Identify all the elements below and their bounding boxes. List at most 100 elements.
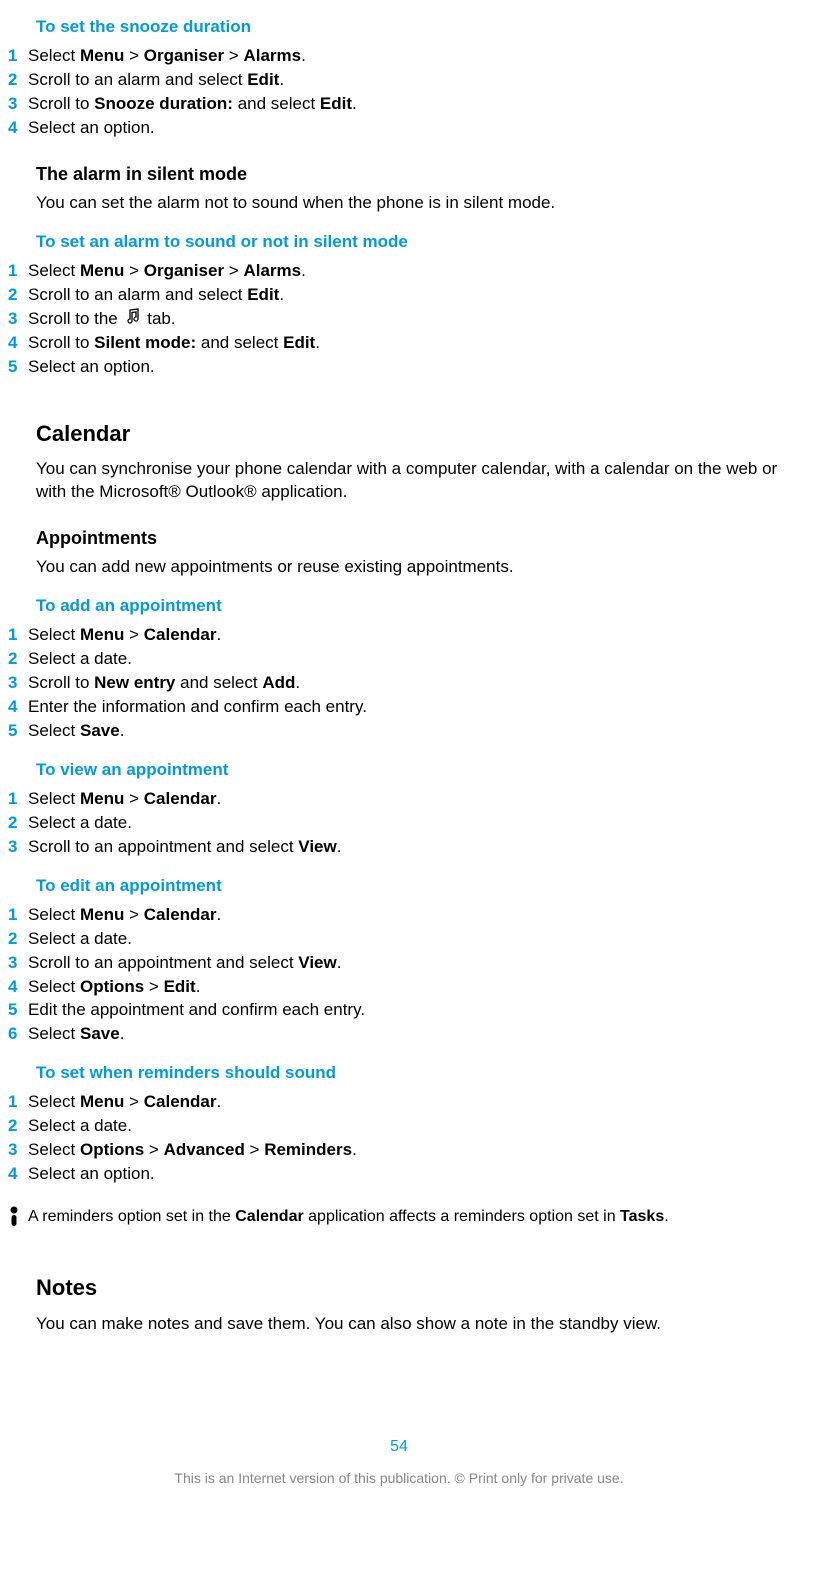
bold-text: Calendar — [144, 905, 217, 924]
steps-reminders: 1Select Menu > Calendar.2Select a date.3… — [36, 1091, 798, 1186]
step-number: 5 — [0, 720, 28, 743]
heading-calendar: Calendar — [36, 419, 798, 449]
bold-text: Edit — [164, 977, 196, 996]
step-row: 1Select Menu > Organiser > Alarms. — [36, 45, 798, 68]
bold-text: Alarms — [243, 261, 301, 280]
bold-text: Calendar — [144, 1092, 217, 1111]
bold-text: Save — [80, 1024, 120, 1043]
step-text: Select an option. — [28, 356, 798, 379]
step-number: 2 — [0, 69, 28, 92]
step-row: 6Select Save. — [36, 1023, 798, 1046]
bold-text: Alarms — [243, 46, 301, 65]
step-row: 3Scroll to Snooze duration: and select E… — [36, 93, 798, 116]
step-text: Select a date. — [28, 1115, 798, 1138]
step-text: Select Menu > Calendar. — [28, 1091, 798, 1114]
task-title-silent: To set an alarm to sound or not in silen… — [36, 231, 798, 254]
step-text: Select an option. — [28, 1163, 798, 1186]
task-title-snooze: To set the snooze duration — [36, 16, 798, 39]
step-row: 3Scroll to the tab. — [36, 308, 798, 331]
steps-snooze: 1Select Menu > Organiser > Alarms.2Scrol… — [36, 45, 798, 140]
bold-text: View — [298, 837, 336, 856]
step-text: Scroll to an alarm and select Edit. — [28, 69, 798, 92]
step-text: Select Options > Advanced > Reminders. — [28, 1139, 798, 1162]
body-notes: You can make notes and save them. You ca… — [36, 1313, 798, 1336]
bold-text: Menu — [80, 1092, 124, 1111]
note-reminder: A reminders option set in the Calendar a… — [36, 1206, 798, 1233]
bold-text: Menu — [80, 625, 124, 644]
step-text: Select Menu > Calendar. — [28, 904, 798, 927]
step-text: Scroll to New entry and select Add. — [28, 672, 798, 695]
step-row: 3Select Options > Advanced > Reminders. — [36, 1139, 798, 1162]
heading-notes: Notes — [36, 1273, 798, 1303]
step-row: 2Select a date. — [36, 812, 798, 835]
step-row: 2Select a date. — [36, 1115, 798, 1138]
bold-text: Silent mode: — [94, 333, 196, 352]
bold-text: Menu — [80, 261, 124, 280]
step-row: 4Enter the information and confirm each … — [36, 696, 798, 719]
step-text: Select a date. — [28, 812, 798, 835]
footer-text: This is an Internet version of this publ… — [0, 1469, 798, 1488]
step-text: Select Menu > Calendar. — [28, 624, 798, 647]
bold-text: View — [298, 953, 336, 972]
steps-silent: 1Select Menu > Organiser > Alarms.2Scrol… — [36, 260, 798, 379]
step-number: 1 — [0, 904, 28, 927]
step-number: 6 — [0, 1023, 28, 1046]
step-text: Scroll to an appointment and select View… — [28, 836, 798, 859]
exclamation-icon — [0, 1206, 28, 1233]
step-number: 3 — [0, 93, 28, 116]
step-text: Select Save. — [28, 1023, 798, 1046]
step-number: 2 — [0, 928, 28, 951]
step-row: 2Scroll to an alarm and select Edit. — [36, 69, 798, 92]
step-number: 3 — [0, 308, 28, 331]
music-icon — [125, 308, 141, 331]
bold-text: Snooze duration: — [94, 94, 233, 113]
bold-text: Advanced — [164, 1140, 245, 1159]
bold-text: Calendar — [144, 625, 217, 644]
step-row: 5Select an option. — [36, 356, 798, 379]
step-number: 1 — [0, 45, 28, 68]
step-text: Scroll to Silent mode: and select Edit. — [28, 332, 798, 355]
step-row: 4Select an option. — [36, 117, 798, 140]
bold-text: Edit — [320, 94, 352, 113]
step-text: Select Options > Edit. — [28, 976, 798, 999]
step-row: 1Select Menu > Organiser > Alarms. — [36, 260, 798, 283]
step-number: 2 — [0, 812, 28, 835]
step-row: 4Scroll to Silent mode: and select Edit. — [36, 332, 798, 355]
bold-text: Calendar — [235, 1208, 303, 1225]
bold-text: Menu — [80, 46, 124, 65]
step-text: Scroll to an alarm and select Edit. — [28, 284, 798, 307]
step-number: 4 — [0, 1163, 28, 1186]
task-title-add-appt: To add an appointment — [36, 595, 798, 618]
step-number: 4 — [0, 976, 28, 999]
step-number: 4 — [0, 696, 28, 719]
step-row: 1Select Menu > Calendar. — [36, 904, 798, 927]
step-row: 2Select a date. — [36, 648, 798, 671]
step-row: 3Scroll to an appointment and select Vie… — [36, 836, 798, 859]
step-row: 4Select an option. — [36, 1163, 798, 1186]
body-appointments: You can add new appointments or reuse ex… — [36, 556, 798, 579]
page-number: 54 — [0, 1436, 798, 1458]
step-text: Select an option. — [28, 117, 798, 140]
step-row: 1Select Menu > Calendar. — [36, 624, 798, 647]
step-row: 3Scroll to New entry and select Add. — [36, 672, 798, 695]
bold-text: Options — [80, 977, 144, 996]
bold-text: Tasks — [620, 1208, 664, 1225]
step-row: 5Select Save. — [36, 720, 798, 743]
step-row: 1Select Menu > Calendar. — [36, 1091, 798, 1114]
heading-appointments: Appointments — [36, 526, 798, 550]
step-text: Scroll to the tab. — [28, 308, 798, 331]
steps-view-appt: 1Select Menu > Calendar.2Select a date.3… — [36, 788, 798, 859]
step-number: 3 — [0, 1139, 28, 1162]
steps-edit-appt: 1Select Menu > Calendar.2Select a date.3… — [36, 904, 798, 1047]
steps-add-appt: 1Select Menu > Calendar.2Select a date.3… — [36, 624, 798, 743]
step-row: 4Select Options > Edit. — [36, 976, 798, 999]
step-number: 5 — [0, 999, 28, 1022]
step-number: 3 — [0, 836, 28, 859]
bold-text: Save — [80, 721, 120, 740]
step-number: 2 — [0, 284, 28, 307]
bold-text: Menu — [80, 905, 124, 924]
step-number: 4 — [0, 332, 28, 355]
step-row: 1Select Menu > Calendar. — [36, 788, 798, 811]
step-text: Select Save. — [28, 720, 798, 743]
step-number: 2 — [0, 1115, 28, 1138]
